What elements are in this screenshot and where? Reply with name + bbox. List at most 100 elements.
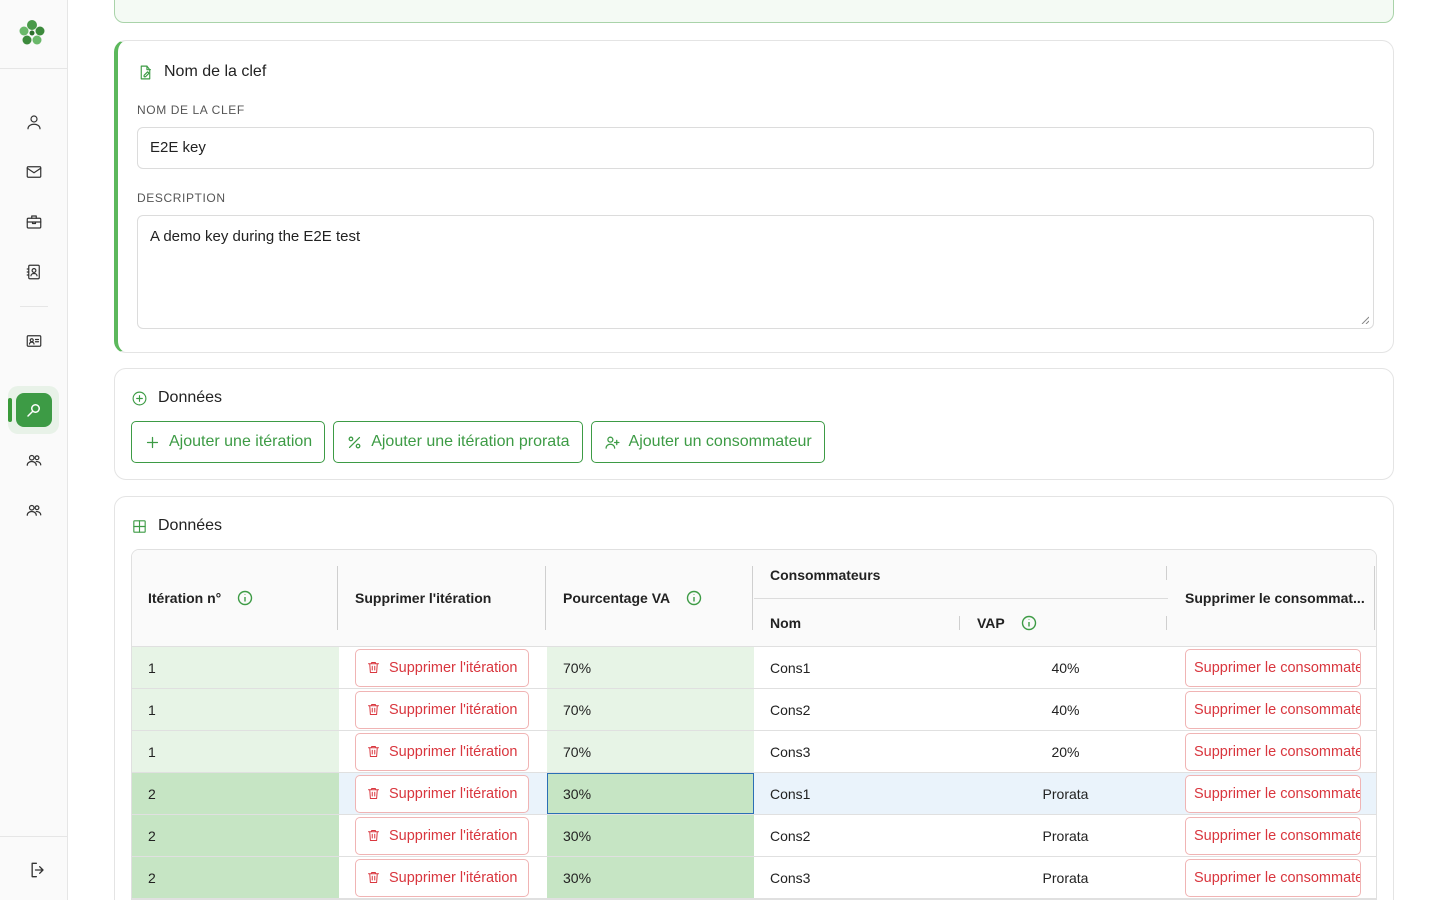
cell-vap[interactable]: 40% xyxy=(962,689,1169,730)
add-iteration-label: Ajouter une itération xyxy=(169,433,313,450)
cell-vap[interactable]: 40% xyxy=(962,647,1169,688)
delete-iteration-button[interactable]: Supprimer l'itération xyxy=(355,816,529,855)
cell-consumer-name[interactable]: Cons1 xyxy=(754,647,962,688)
cell-percentage[interactable]: 70% xyxy=(547,689,754,730)
delete-iteration-button[interactable]: Supprimer l'itération xyxy=(355,858,529,897)
cell-iteration[interactable]: 1 xyxy=(132,689,339,730)
app-logo[interactable] xyxy=(17,18,47,48)
cell-vap[interactable]: Prorata xyxy=(962,773,1169,814)
edit-file-icon xyxy=(140,65,152,79)
delete-iteration-button[interactable]: Supprimer l'itération xyxy=(355,774,529,813)
column-divider[interactable] xyxy=(1166,566,1167,580)
cell-vap[interactable]: 20% xyxy=(962,731,1169,772)
column-divider[interactable] xyxy=(752,566,753,630)
sidebar-item-keys[interactable] xyxy=(16,393,52,427)
delete-iteration-button[interactable]: Supprimer l'itération xyxy=(355,732,529,771)
sidebar-item-mail[interactable] xyxy=(20,158,48,186)
sidebar-item-groups[interactable] xyxy=(20,496,48,524)
add-iteration-button[interactable]: Ajouter une itération xyxy=(131,421,326,463)
sidebar-item-briefcase[interactable] xyxy=(20,208,48,236)
description-label: DESCRIPTION xyxy=(137,191,226,205)
sidebar-item-id-card[interactable] xyxy=(20,327,48,355)
cell-iteration[interactable]: 1 xyxy=(132,731,339,772)
header-delete-iteration[interactable]: Supprimer l'itération xyxy=(355,588,491,608)
delete-consumer-button[interactable]: Supprimer le consommateur xyxy=(1185,648,1361,687)
cell-delete-iteration: Supprimer l'itération xyxy=(339,815,547,856)
cell-vap[interactable]: Prorata xyxy=(962,857,1169,898)
cell-percentage[interactable]: 70% xyxy=(547,731,754,772)
logout-button[interactable] xyxy=(24,856,52,884)
data-table-title-text: Données xyxy=(158,517,223,534)
header-name-text: Nom xyxy=(770,615,802,631)
description-textarea[interactable]: A demo key during the E2E test xyxy=(137,215,1374,329)
header-iteration-text: Itération n° xyxy=(148,590,222,606)
delete-consumer-button[interactable]: Supprimer le consommateur xyxy=(1185,858,1361,897)
resize-handle-icon[interactable] xyxy=(1361,316,1369,324)
user-add-icon xyxy=(605,436,620,449)
column-divider[interactable] xyxy=(337,566,338,630)
cell-vap[interactable]: Prorata xyxy=(962,815,1169,856)
briefcase-icon xyxy=(26,215,42,229)
sidebar-divider xyxy=(0,68,68,69)
cell-percentage-focused[interactable]: 30% xyxy=(547,773,754,814)
header-percentage[interactable]: Pourcentage VA xyxy=(563,588,702,608)
cell-consumer-name[interactable]: Cons3 xyxy=(754,731,962,772)
info-icon[interactable] xyxy=(237,590,253,606)
cell-iteration[interactable]: 2 xyxy=(132,773,339,814)
table-row[interactable]: 1 Supprimer l'itération 70% Cons2 40% Su… xyxy=(132,689,1376,731)
table-row-selected[interactable]: 2 Supprimer l'itération 30% Cons1 Prorat… xyxy=(132,773,1376,815)
percent-icon xyxy=(348,436,361,448)
cell-consumer-name[interactable]: Cons1 xyxy=(754,773,962,814)
add-prorata-iteration-button[interactable]: Ajouter une itération prorata xyxy=(333,421,583,463)
cell-iteration[interactable]: 1 xyxy=(132,647,339,688)
sidebar-item-users[interactable] xyxy=(20,446,48,474)
trash-icon xyxy=(368,746,379,757)
delete-iteration-button[interactable]: Supprimer l'itération xyxy=(355,690,529,729)
delete-iteration-button[interactable]: Supprimer l'itération xyxy=(355,648,529,687)
cell-delete-iteration: Supprimer l'itération xyxy=(339,773,547,814)
key-search-icon xyxy=(27,404,40,417)
plus-circle-icon xyxy=(132,391,147,405)
delete-consumer-button[interactable]: Supprimer le consommateur xyxy=(1185,690,1361,729)
cell-delete-iteration: Supprimer l'itération xyxy=(339,647,547,688)
cell-consumer-name[interactable]: Cons2 xyxy=(754,689,962,730)
cell-percentage[interactable]: 30% xyxy=(547,857,754,898)
info-icon[interactable] xyxy=(686,590,702,606)
delete-consumer-button[interactable]: Supprimer le consommateur xyxy=(1185,732,1361,771)
cell-iteration[interactable]: 2 xyxy=(132,857,339,898)
cell-iteration[interactable]: 2 xyxy=(132,815,339,856)
table-row[interactable]: 2 Supprimer l'itération 30% Cons3 Prorat… xyxy=(132,857,1376,899)
table-row[interactable]: 1 Supprimer l'itération 70% Cons1 40% Su… xyxy=(132,647,1376,689)
cell-consumer-name[interactable]: Cons2 xyxy=(754,815,962,856)
header-delete-consumer[interactable]: Supprimer le consommat... xyxy=(1185,588,1365,608)
header-iteration[interactable]: Itération n° xyxy=(148,588,253,608)
cell-percentage[interactable]: 30% xyxy=(547,815,754,856)
data-table-title: Données xyxy=(131,517,222,535)
data-actions-card: Données Ajouter une itération Ajouter un… xyxy=(114,368,1394,480)
column-divider[interactable] xyxy=(545,566,546,630)
cell-consumer-name[interactable]: Cons3 xyxy=(754,857,962,898)
header-name[interactable]: Nom xyxy=(770,613,801,633)
info-icon[interactable] xyxy=(1021,615,1037,631)
cell-delete-consumer: Supprimer le consommateur xyxy=(1169,773,1376,814)
header-vap[interactable]: VAP xyxy=(977,613,1037,633)
delete-consumer-button[interactable]: Supprimer le consommateur xyxy=(1185,774,1361,813)
delete-consumer-button[interactable]: Supprimer le consommateur xyxy=(1185,816,1361,855)
trash-icon xyxy=(368,872,379,883)
add-consumer-button[interactable]: Ajouter un consommateur xyxy=(590,421,825,463)
data-table-card: Données Itération n° Supprimer l'itérati… xyxy=(114,496,1394,900)
column-divider[interactable] xyxy=(1374,566,1375,630)
trash-icon xyxy=(368,788,379,799)
table-row[interactable]: 1 Supprimer l'itération 70% Cons3 20% Su… xyxy=(132,731,1376,773)
cell-percentage[interactable]: 70% xyxy=(547,647,754,688)
plus-icon xyxy=(146,436,159,448)
key-card-title-text: Nom de la clef xyxy=(164,63,267,80)
key-name-input[interactable]: E2E key xyxy=(137,127,1374,169)
cell-delete-consumer: Supprimer le consommateur xyxy=(1169,647,1376,688)
add-consumer-label: Ajouter un consommateur xyxy=(628,433,812,450)
column-divider[interactable] xyxy=(959,616,960,630)
table-row[interactable]: 2 Supprimer l'itération 30% Cons2 Prorat… xyxy=(132,815,1376,857)
column-divider[interactable] xyxy=(1166,616,1167,630)
sidebar-item-contacts[interactable] xyxy=(20,258,48,286)
sidebar-item-profile[interactable] xyxy=(20,108,48,136)
